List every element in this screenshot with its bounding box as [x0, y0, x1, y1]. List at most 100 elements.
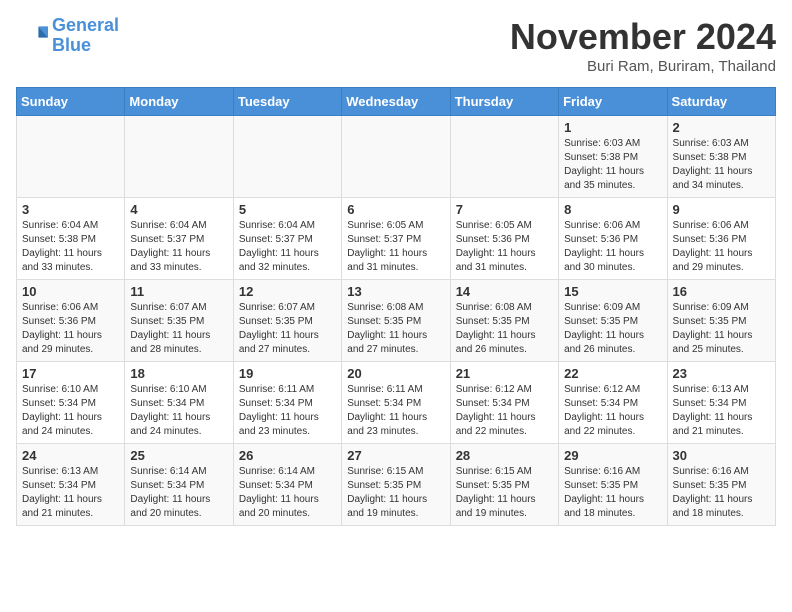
calendar-cell	[233, 116, 341, 198]
cell-info: Sunrise: 6:06 AM Sunset: 5:36 PM Dayligh…	[673, 219, 770, 275]
cell-info: Sunrise: 6:11 AM Sunset: 5:34 PM Dayligh…	[239, 383, 336, 439]
location: Buri Ram, Buriram, Thailand	[510, 58, 776, 75]
calendar-cell: 19 Sunrise: 6:11 AM Sunset: 5:34 PM Dayli…	[233, 362, 341, 444]
logo-icon	[16, 20, 48, 52]
calendar-cell: 23Sunrise: 6:13 AM Sunset: 5:34 PM Dayli…	[667, 362, 775, 444]
day-number: 1	[564, 120, 661, 135]
calendar-cell: 27 Sunrise: 6:15 AM Sunset: 5:35 PM Dayli…	[342, 444, 450, 526]
calendar-cell: 1 Sunrise: 6:03 AM Sunset: 5:38 PM Daylig…	[559, 116, 667, 198]
cell-info: Sunrise: 6:12 AM Sunset: 5:34 PM Dayligh…	[564, 383, 661, 439]
calendar-week-row: 10Sunrise: 6:06 AM Sunset: 5:36 PM Dayli…	[17, 280, 776, 362]
logo-line1: General	[52, 15, 119, 35]
weekday-header: Tuesday	[233, 88, 341, 116]
calendar-cell: 20 Sunrise: 6:11 AM Sunset: 5:34 PM Dayli…	[342, 362, 450, 444]
calendar-cell: 11 Sunrise: 6:07 AM Sunset: 5:35 PM Dayli…	[125, 280, 233, 362]
day-number: 14	[456, 284, 553, 299]
day-number: 28	[456, 448, 553, 463]
cell-info: Sunrise: 6:05 AM Sunset: 5:37 PM Dayligh…	[347, 219, 444, 275]
day-number: 11	[130, 284, 227, 299]
weekday-header: Thursday	[450, 88, 558, 116]
calendar-cell: 21Sunrise: 6:12 AM Sunset: 5:34 PM Dayli…	[450, 362, 558, 444]
day-number: 20	[347, 366, 444, 381]
day-number: 13	[347, 284, 444, 299]
cell-info: Sunrise: 6:04 AM Sunset: 5:38 PM Dayligh…	[22, 219, 119, 275]
calendar-cell: 9Sunrise: 6:06 AM Sunset: 5:36 PM Daylig…	[667, 198, 775, 280]
calendar-week-row: 24 Sunrise: 6:13 AM Sunset: 5:34 PM Dayli…	[17, 444, 776, 526]
month-title: November 2024	[510, 16, 776, 58]
calendar-cell: 28 Sunrise: 6:15 AM Sunset: 5:35 PM Dayli…	[450, 444, 558, 526]
cell-info: Sunrise: 6:04 AM Sunset: 5:37 PM Dayligh…	[130, 219, 227, 275]
day-number: 25	[130, 448, 227, 463]
cell-info: Sunrise: 6:11 AM Sunset: 5:34 PM Dayligh…	[347, 383, 444, 439]
day-number: 27	[347, 448, 444, 463]
cell-info: Sunrise: 6:16 AM Sunset: 5:35 PM Dayligh…	[673, 465, 770, 521]
day-number: 19	[239, 366, 336, 381]
day-number: 4	[130, 202, 227, 217]
day-number: 2	[673, 120, 770, 135]
logo-line2: Blue	[52, 35, 91, 55]
weekday-header: Monday	[125, 88, 233, 116]
weekday-header-row: SundayMondayTuesdayWednesdayThursdayFrid…	[17, 88, 776, 116]
day-number: 17	[22, 366, 119, 381]
weekday-header: Wednesday	[342, 88, 450, 116]
calendar-cell: 26 Sunrise: 6:14 AM Sunset: 5:34 PM Dayli…	[233, 444, 341, 526]
calendar-cell: 18Sunrise: 6:10 AM Sunset: 5:34 PM Dayli…	[125, 362, 233, 444]
calendar-cell: 5Sunrise: 6:04 AM Sunset: 5:37 PM Daylig…	[233, 198, 341, 280]
calendar-cell: 17 Sunrise: 6:10 AM Sunset: 5:34 PM Dayli…	[17, 362, 125, 444]
logo-text: General Blue	[52, 16, 119, 56]
calendar-cell: 8 Sunrise: 6:06 AM Sunset: 5:36 PM Daylig…	[559, 198, 667, 280]
day-number: 12	[239, 284, 336, 299]
day-number: 3	[22, 202, 119, 217]
calendar-cell: 22Sunrise: 6:12 AM Sunset: 5:34 PM Dayli…	[559, 362, 667, 444]
calendar-cell: 6Sunrise: 6:05 AM Sunset: 5:37 PM Daylig…	[342, 198, 450, 280]
calendar-cell: 24 Sunrise: 6:13 AM Sunset: 5:34 PM Dayli…	[17, 444, 125, 526]
calendar-week-row: 3 Sunrise: 6:04 AM Sunset: 5:38 PM Daylig…	[17, 198, 776, 280]
calendar-cell: 14Sunrise: 6:08 AM Sunset: 5:35 PM Dayli…	[450, 280, 558, 362]
cell-info: Sunrise: 6:15 AM Sunset: 5:35 PM Dayligh…	[347, 465, 444, 521]
weekday-header: Saturday	[667, 88, 775, 116]
calendar: SundayMondayTuesdayWednesdayThursdayFrid…	[16, 87, 776, 526]
day-number: 29	[564, 448, 661, 463]
title-block: November 2024 Buri Ram, Buriram, Thailan…	[510, 16, 776, 75]
cell-info: Sunrise: 6:15 AM Sunset: 5:35 PM Dayligh…	[456, 465, 553, 521]
day-number: 30	[673, 448, 770, 463]
calendar-cell	[17, 116, 125, 198]
calendar-week-row: 1 Sunrise: 6:03 AM Sunset: 5:38 PM Daylig…	[17, 116, 776, 198]
cell-info: Sunrise: 6:07 AM Sunset: 5:35 PM Dayligh…	[130, 301, 227, 357]
day-number: 16	[673, 284, 770, 299]
calendar-cell	[450, 116, 558, 198]
day-number: 8	[564, 202, 661, 217]
cell-info: Sunrise: 6:14 AM Sunset: 5:34 PM Dayligh…	[239, 465, 336, 521]
calendar-cell: 10Sunrise: 6:06 AM Sunset: 5:36 PM Dayli…	[17, 280, 125, 362]
cell-info: Sunrise: 6:09 AM Sunset: 5:35 PM Dayligh…	[564, 301, 661, 357]
day-number: 26	[239, 448, 336, 463]
logo: General Blue	[16, 16, 119, 56]
cell-info: Sunrise: 6:03 AM Sunset: 5:38 PM Dayligh…	[564, 137, 661, 193]
cell-info: Sunrise: 6:13 AM Sunset: 5:34 PM Dayligh…	[673, 383, 770, 439]
calendar-cell: 2 Sunrise: 6:03 AM Sunset: 5:38 PM Daylig…	[667, 116, 775, 198]
cell-info: Sunrise: 6:14 AM Sunset: 5:34 PM Dayligh…	[130, 465, 227, 521]
day-number: 7	[456, 202, 553, 217]
calendar-cell: 29 Sunrise: 6:16 AM Sunset: 5:35 PM Dayli…	[559, 444, 667, 526]
weekday-header: Friday	[559, 88, 667, 116]
cell-info: Sunrise: 6:04 AM Sunset: 5:37 PM Dayligh…	[239, 219, 336, 275]
page-header: General Blue November 2024 Buri Ram, Bur…	[16, 16, 776, 75]
cell-info: Sunrise: 6:16 AM Sunset: 5:35 PM Dayligh…	[564, 465, 661, 521]
calendar-cell: 16Sunrise: 6:09 AM Sunset: 5:35 PM Dayli…	[667, 280, 775, 362]
cell-info: Sunrise: 6:07 AM Sunset: 5:35 PM Dayligh…	[239, 301, 336, 357]
calendar-cell: 25 Sunrise: 6:14 AM Sunset: 5:34 PM Dayli…	[125, 444, 233, 526]
calendar-cell: 15Sunrise: 6:09 AM Sunset: 5:35 PM Dayli…	[559, 280, 667, 362]
cell-info: Sunrise: 6:06 AM Sunset: 5:36 PM Dayligh…	[22, 301, 119, 357]
cell-info: Sunrise: 6:10 AM Sunset: 5:34 PM Dayligh…	[22, 383, 119, 439]
cell-info: Sunrise: 6:12 AM Sunset: 5:34 PM Dayligh…	[456, 383, 553, 439]
day-number: 24	[22, 448, 119, 463]
cell-info: Sunrise: 6:03 AM Sunset: 5:38 PM Dayligh…	[673, 137, 770, 193]
calendar-cell: 30 Sunrise: 6:16 AM Sunset: 5:35 PM Dayli…	[667, 444, 775, 526]
weekday-header: Sunday	[17, 88, 125, 116]
calendar-cell: 13Sunrise: 6:08 AM Sunset: 5:35 PM Dayli…	[342, 280, 450, 362]
cell-info: Sunrise: 6:13 AM Sunset: 5:34 PM Dayligh…	[22, 465, 119, 521]
calendar-cell: 3 Sunrise: 6:04 AM Sunset: 5:38 PM Daylig…	[17, 198, 125, 280]
calendar-cell	[342, 116, 450, 198]
cell-info: Sunrise: 6:06 AM Sunset: 5:36 PM Dayligh…	[564, 219, 661, 275]
cell-info: Sunrise: 6:10 AM Sunset: 5:34 PM Dayligh…	[130, 383, 227, 439]
